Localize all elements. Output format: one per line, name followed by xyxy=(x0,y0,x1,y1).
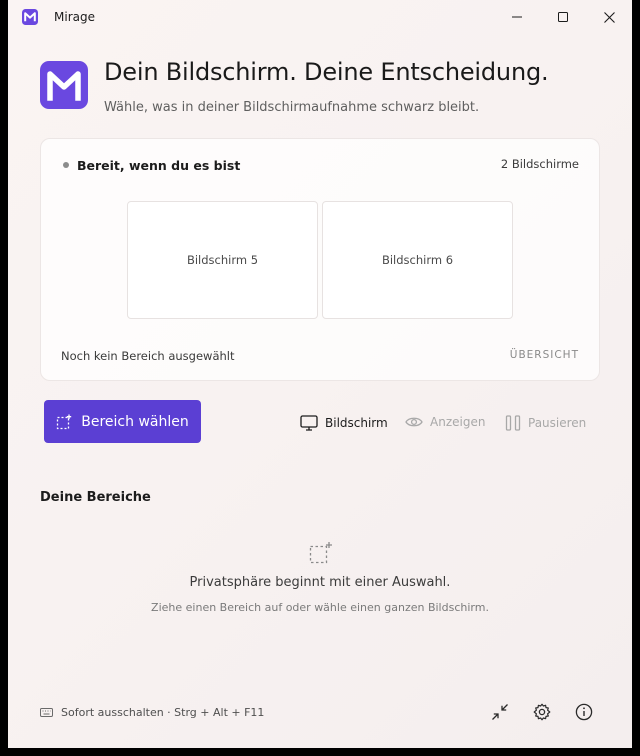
settings-button[interactable] xyxy=(530,700,554,724)
mode-pause-button[interactable]: Pausieren xyxy=(505,415,586,431)
mirage-logo-icon xyxy=(22,9,38,25)
mode-show-label: Anzeigen xyxy=(430,415,486,429)
status-dot-icon xyxy=(63,162,69,168)
app-window: Mirage Dein Bildschirm. Deine Entscheidu… xyxy=(8,0,632,748)
shortcut-text: Sofort ausschalten · Strg + Alt + F11 xyxy=(61,706,265,719)
title-bar: Mirage xyxy=(8,0,632,34)
maximize-icon xyxy=(558,12,568,22)
mode-show-button[interactable]: Anzeigen xyxy=(405,415,485,429)
minimize-icon xyxy=(512,16,522,18)
mirage-logo-icon xyxy=(40,61,88,109)
empty-state-title: Privatsphäre beginnt mit einer Auswahl. xyxy=(189,575,451,590)
dashed-selection-icon xyxy=(309,542,332,564)
mode-screen-button[interactable]: Bildschirm xyxy=(300,415,388,431)
pause-icon xyxy=(505,415,521,431)
mode-pause-label: Pausieren xyxy=(528,416,587,430)
shortcut-hint: Sofort ausschalten · Strg + Alt + F11 xyxy=(40,706,264,719)
minimize-button[interactable] xyxy=(494,0,540,34)
overview-link[interactable]: ÜBERSICHT xyxy=(510,349,579,361)
areas-title: Deine Bereiche xyxy=(40,490,151,505)
screen-tile-label: Bildschirm 6 xyxy=(381,253,454,267)
close-button[interactable] xyxy=(586,0,632,34)
select-area-label: Bereich wählen xyxy=(81,413,189,430)
screen-tile-6[interactable]: Bildschirm 6 xyxy=(322,201,513,319)
collapse-button[interactable] xyxy=(488,700,512,724)
keyboard-icon xyxy=(40,708,53,717)
gear-icon xyxy=(533,703,551,721)
window-title: Mirage xyxy=(54,10,95,24)
selection-hint: Noch kein Bereich ausgewählt xyxy=(61,349,235,363)
screen-tile-5[interactable]: Bildschirm 5 xyxy=(127,201,318,319)
info-button[interactable] xyxy=(572,700,596,724)
maximize-button[interactable] xyxy=(540,0,586,34)
status-text: Bereit, wenn du es bist xyxy=(77,158,241,173)
eye-icon xyxy=(405,417,423,427)
mode-screen-label: Bildschirm xyxy=(325,416,388,430)
info-icon xyxy=(575,703,593,721)
collapse-arrows-icon xyxy=(492,704,508,720)
screen-tile-label: Bildschirm 5 xyxy=(186,253,259,267)
screen-count: 2 Bildschirme xyxy=(500,157,579,171)
screens-card: Bereit, wenn du es bist 2 Bildschirme Bi… xyxy=(40,138,600,381)
empty-state-subtitle: Ziehe einen Bereich auf oder wähle einen… xyxy=(151,601,489,614)
page-subtitle: Wähle, was in deiner Bildschirmaufnahme … xyxy=(104,100,480,115)
monitor-icon xyxy=(300,415,318,431)
page-title: Dein Bildschirm. Deine Entscheidung. xyxy=(104,58,549,86)
dashed-selection-icon xyxy=(57,414,72,429)
select-area-button[interactable]: Bereich wählen xyxy=(44,400,201,443)
close-icon xyxy=(603,11,615,23)
